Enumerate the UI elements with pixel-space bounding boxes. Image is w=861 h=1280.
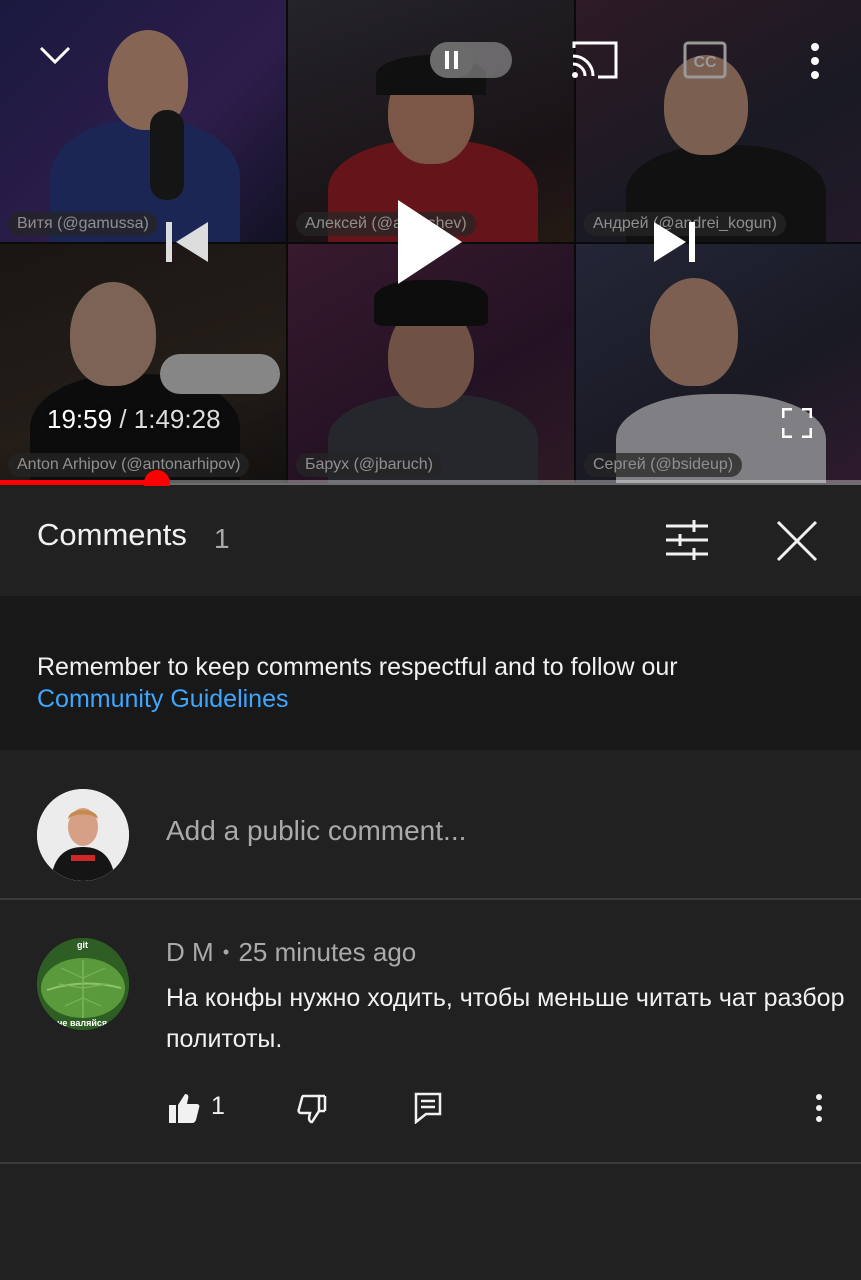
section-spacer	[0, 596, 861, 614]
like-icon[interactable]	[168, 1092, 200, 1129]
duration: 1:49:28	[133, 404, 221, 434]
reply-icon[interactable]	[414, 1092, 442, 1129]
pause-icon	[430, 42, 474, 78]
comment-more-icon[interactable]	[814, 1093, 824, 1128]
fullscreen-icon[interactable]	[781, 407, 813, 443]
add-comment-input[interactable]: Add a public comment...	[166, 815, 466, 847]
avatar	[37, 789, 129, 881]
autoplay-toggle[interactable]	[430, 42, 512, 78]
progress-bar[interactable]	[0, 480, 861, 485]
svg-text:CC: CC	[693, 54, 717, 71]
cast-icon[interactable]	[570, 40, 620, 85]
divider	[0, 898, 861, 900]
avatar-caption-bottom: не валяйся	[57, 1018, 108, 1028]
community-guidelines-link[interactable]: Community Guidelines	[37, 685, 289, 713]
comment-time: 25 minutes ago	[238, 937, 417, 967]
comment-author[interactable]: D M	[166, 937, 214, 967]
guidelines-text: Remember to keep comments respectful and…	[37, 651, 827, 715]
progress-fill	[0, 480, 158, 485]
avatar-caption-top: git	[77, 940, 88, 950]
play-icon[interactable]	[396, 198, 464, 291]
comment-meta: D M • 25 minutes ago	[166, 937, 416, 968]
sort-filter-icon[interactable]	[664, 520, 710, 565]
cc-icon[interactable]: CC	[683, 40, 727, 85]
avatar[interactable]: git не валяйся	[37, 938, 129, 1030]
like-count: 1	[211, 1092, 225, 1120]
comments-title: Comments	[37, 517, 187, 552]
comments-list-end	[0, 1164, 861, 1280]
time-display: 19:59 / 1:49:28	[47, 404, 221, 435]
close-icon[interactable]	[776, 520, 818, 567]
meta-bullet: •	[222, 942, 230, 962]
comment-text: На конфы нужно ходить, чтобы меньше чита…	[166, 984, 845, 1053]
video-player[interactable]: Витя (@gamussa) Алексей (@asheshev) Андр…	[0, 0, 861, 483]
chevron-down-icon[interactable]	[38, 42, 72, 73]
guidelines-message: Remember to keep comments respectful and…	[37, 653, 678, 681]
skip-next-icon[interactable]	[652, 220, 698, 269]
dislike-icon[interactable]	[297, 1094, 327, 1129]
skip-previous-icon[interactable]	[164, 220, 210, 269]
more-vertical-icon[interactable]	[808, 42, 822, 85]
time-separator: /	[119, 404, 127, 434]
current-time: 19:59	[47, 404, 113, 434]
comments-count: 1	[214, 523, 230, 554]
